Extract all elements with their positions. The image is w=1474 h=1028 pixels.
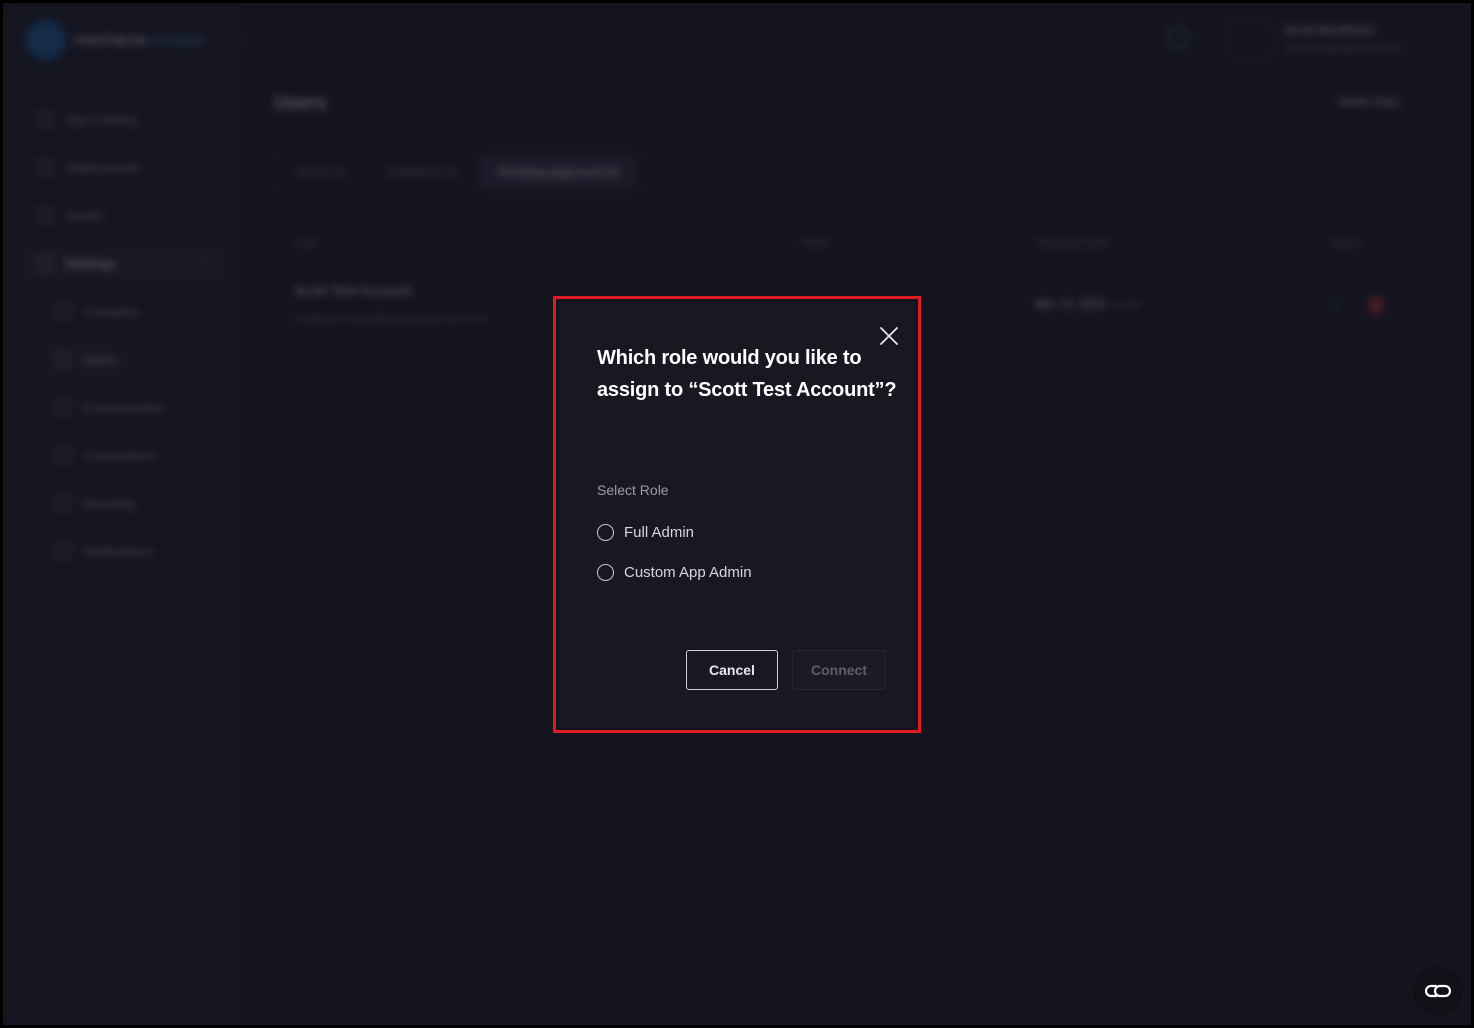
radio-button[interactable] xyxy=(597,564,614,581)
radio-label: Custom App Admin xyxy=(624,564,752,581)
radio-label: Full Admin xyxy=(624,524,695,541)
chat-icon xyxy=(1425,984,1451,998)
role-option-full-admin[interactable]: Full Admin xyxy=(597,524,694,541)
app-window: PANTHEON ACCESS ‹ App Catalog Deployment… xyxy=(3,3,1471,1025)
role-option-custom-app-admin[interactable]: Custom App Admin xyxy=(597,564,752,581)
radio-button[interactable] xyxy=(597,524,614,541)
connect-button[interactable]: Connect xyxy=(792,650,886,690)
cancel-button[interactable]: Cancel xyxy=(686,650,778,690)
select-role-label: Select Role xyxy=(597,482,669,498)
dialog-title: Which role would you like to assign to “… xyxy=(597,347,897,401)
chat-button[interactable] xyxy=(1413,966,1463,1016)
assign-role-dialog: Which role would you like to assign to “… xyxy=(559,302,915,727)
